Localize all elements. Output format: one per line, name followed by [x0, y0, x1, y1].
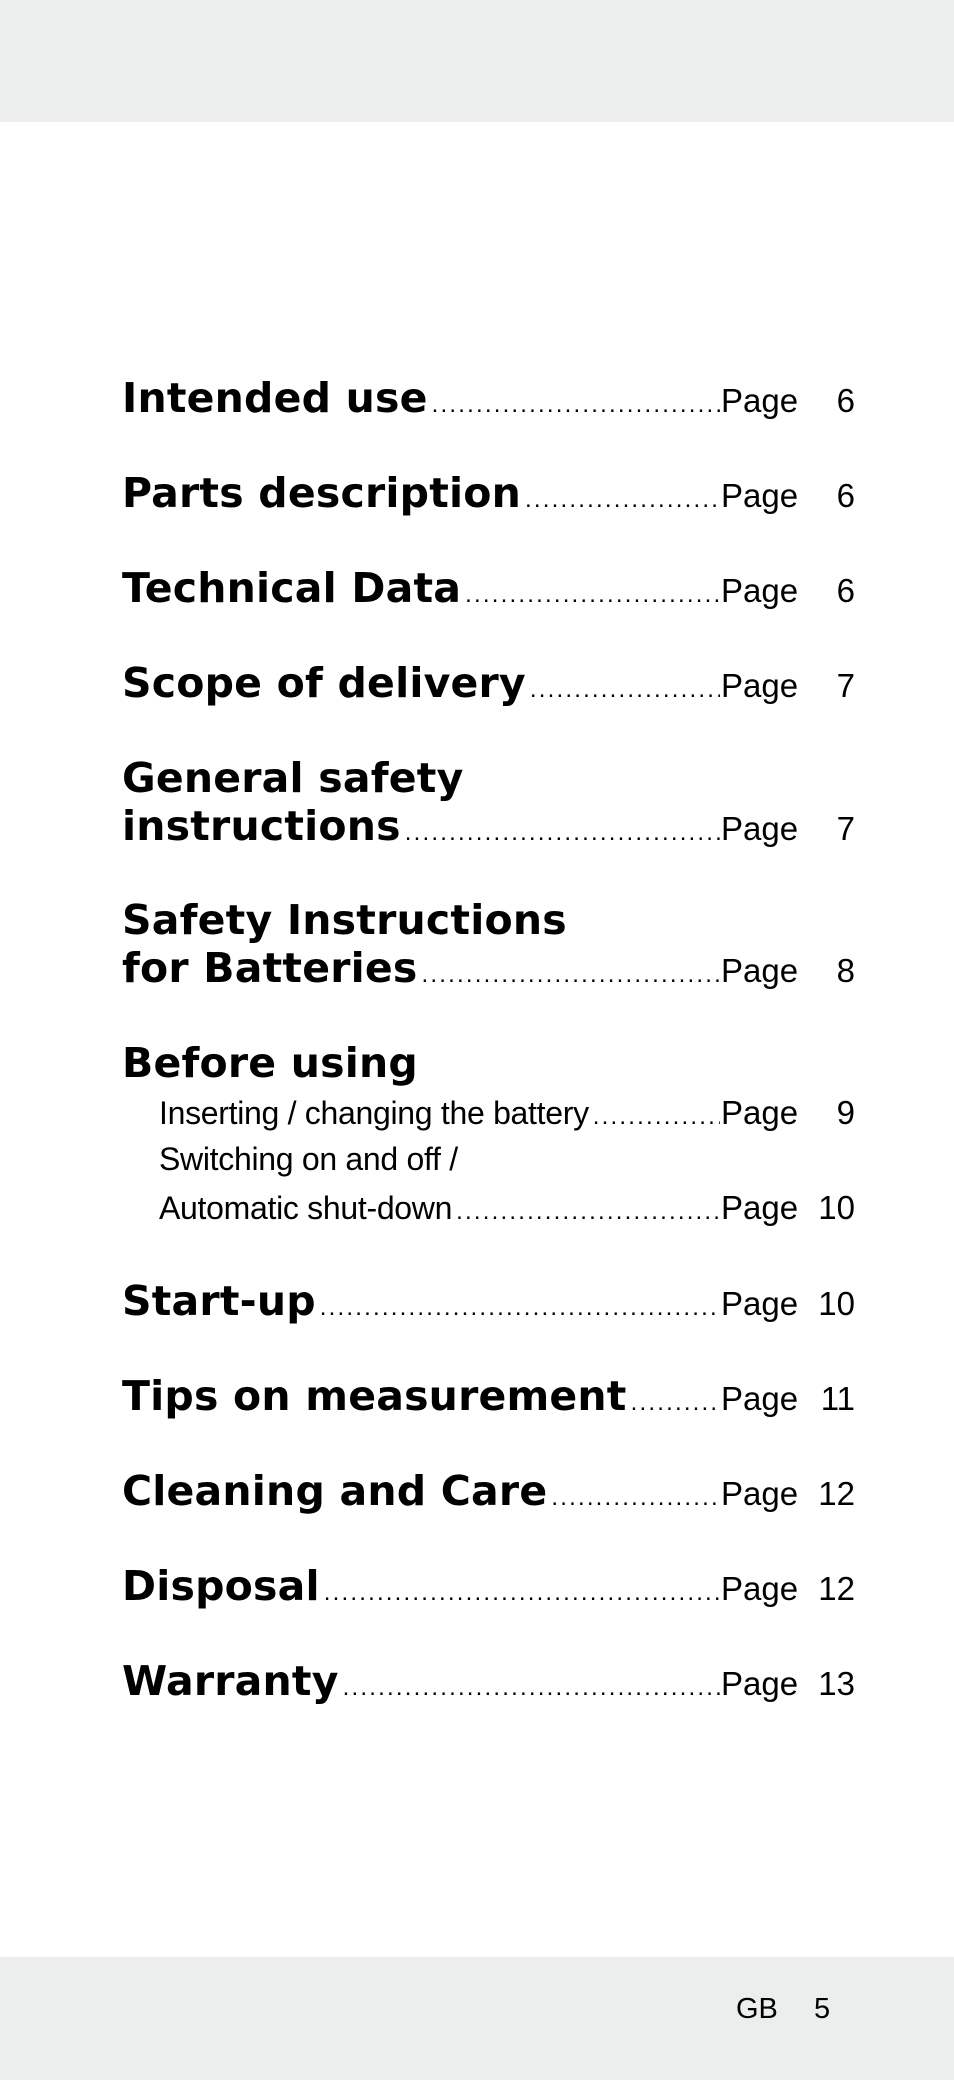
toc-entry-intended-use[interactable]: Intended use Page 6 — [122, 374, 855, 422]
page-number: 10 — [818, 1285, 855, 1322]
toc-entry-title: Warranty — [122, 1657, 339, 1705]
toc-entry-battery-safety-line1[interactable]: Safety Instructions — [122, 896, 855, 944]
toc-entry-title: Technical Data — [122, 564, 462, 612]
dot-leader — [422, 961, 720, 989]
dot-leader — [405, 819, 720, 847]
toc-entry-tips-on-measurement[interactable]: Tips on measurement Page 11 — [122, 1372, 855, 1420]
toc-entry-title: instructions — [122, 802, 401, 850]
toc-entry-technical-data[interactable]: Technical Data Page 6 — [122, 564, 855, 612]
toc-entry-general-safety-instructions[interactable]: instructions Page 7 — [122, 802, 855, 850]
page-number: 7 — [836, 810, 855, 847]
page-number: 8 — [836, 952, 855, 989]
toc-entry-title: Safety Instructions — [122, 896, 567, 944]
toc-entry-title: Disposal — [122, 1562, 320, 1610]
page-label: Page — [721, 952, 799, 989]
page-number: 10 — [818, 1189, 855, 1226]
page-number: 12 — [818, 1570, 855, 1607]
toc-entry-disposal[interactable]: Disposal Page 12 — [122, 1562, 855, 1610]
footer-band — [0, 1957, 954, 2080]
page-label: Page — [721, 1285, 799, 1322]
footer-page-number: 5 — [814, 1993, 831, 2025]
toc-entry-before-using[interactable]: Before using — [122, 1039, 855, 1087]
page-label: Page — [721, 1094, 799, 1131]
toc-entry-start-up[interactable]: Start-up Page 10 — [122, 1277, 855, 1325]
page-label: Page — [721, 1570, 799, 1607]
toc-subentry-title: Inserting / changing the battery — [159, 1095, 589, 1131]
page-number: 7 — [836, 667, 855, 704]
toc-subentry-inserting-battery[interactable]: Inserting / changing the battery Page 9 — [159, 1094, 855, 1132]
toc-entry-scope-of-delivery[interactable]: Scope of delivery Page 7 — [122, 659, 855, 707]
page-label: Page — [721, 667, 799, 704]
toc-subentry-title: Switching on and off / — [159, 1141, 458, 1177]
page-number: 9 — [836, 1094, 855, 1131]
toc-entry-title: Parts description — [122, 469, 522, 517]
dot-leader — [530, 676, 720, 704]
toc-subentry-title: Automatic shut-down — [159, 1190, 453, 1226]
toc-entry-title: Cleaning and Care — [122, 1467, 548, 1515]
toc-entry-title: Intended use — [122, 374, 428, 422]
page-number: 6 — [836, 382, 855, 419]
toc-entry-parts-description[interactable]: Parts description Page 6 — [122, 469, 855, 517]
toc-entry-title: Tips on measurement — [122, 1372, 627, 1420]
toc-subentry-switching-line1[interactable]: Switching on and off / — [159, 1141, 855, 1178]
page-label: Page — [721, 572, 799, 609]
page-label: Page — [721, 477, 799, 514]
toc-section-title: Before using — [122, 1039, 418, 1087]
toc-entry-title: Scope of delivery — [122, 659, 526, 707]
toc-entry-cleaning-and-care[interactable]: Cleaning and Care Page 12 — [122, 1467, 855, 1515]
dot-leader — [320, 1294, 720, 1322]
toc-entry-safety-instructions-batteries[interactable]: for Batteries Page 8 — [122, 944, 855, 992]
header-band — [0, 0, 954, 122]
page-label: Page — [721, 1665, 799, 1702]
page-number: 13 — [818, 1665, 855, 1702]
dot-leader — [324, 1579, 720, 1607]
page-label: Page — [721, 810, 799, 847]
dot-leader — [465, 581, 720, 609]
toc-subentry-automatic-shutdown[interactable]: Automatic shut-down Page 10 — [159, 1189, 855, 1227]
page-number: 6 — [836, 572, 855, 609]
dot-leader — [593, 1103, 720, 1131]
page-label: Page — [721, 1475, 799, 1512]
toc-entry-warranty[interactable]: Warranty Page 13 — [122, 1657, 855, 1705]
dot-leader — [525, 486, 720, 514]
toc-entry-title: General safety — [122, 754, 464, 802]
dot-leader — [631, 1389, 720, 1417]
dot-leader — [551, 1484, 720, 1512]
toc-entry-title: Start-up — [122, 1277, 316, 1325]
toc-entry-general-safety-line1[interactable]: General safety — [122, 754, 855, 802]
page-number: 12 — [818, 1475, 855, 1512]
page-label: Page — [721, 1380, 799, 1417]
footer-language-code: GB — [736, 1993, 778, 2025]
page-number: 6 — [836, 477, 855, 514]
page-label: Page — [721, 382, 799, 419]
dot-leader — [343, 1674, 720, 1702]
dot-leader — [432, 391, 720, 419]
page-label: Page — [721, 1189, 799, 1226]
dot-leader — [456, 1198, 720, 1226]
page-number: 11 — [820, 1380, 855, 1417]
toc-entry-title: for Batteries — [122, 944, 418, 992]
